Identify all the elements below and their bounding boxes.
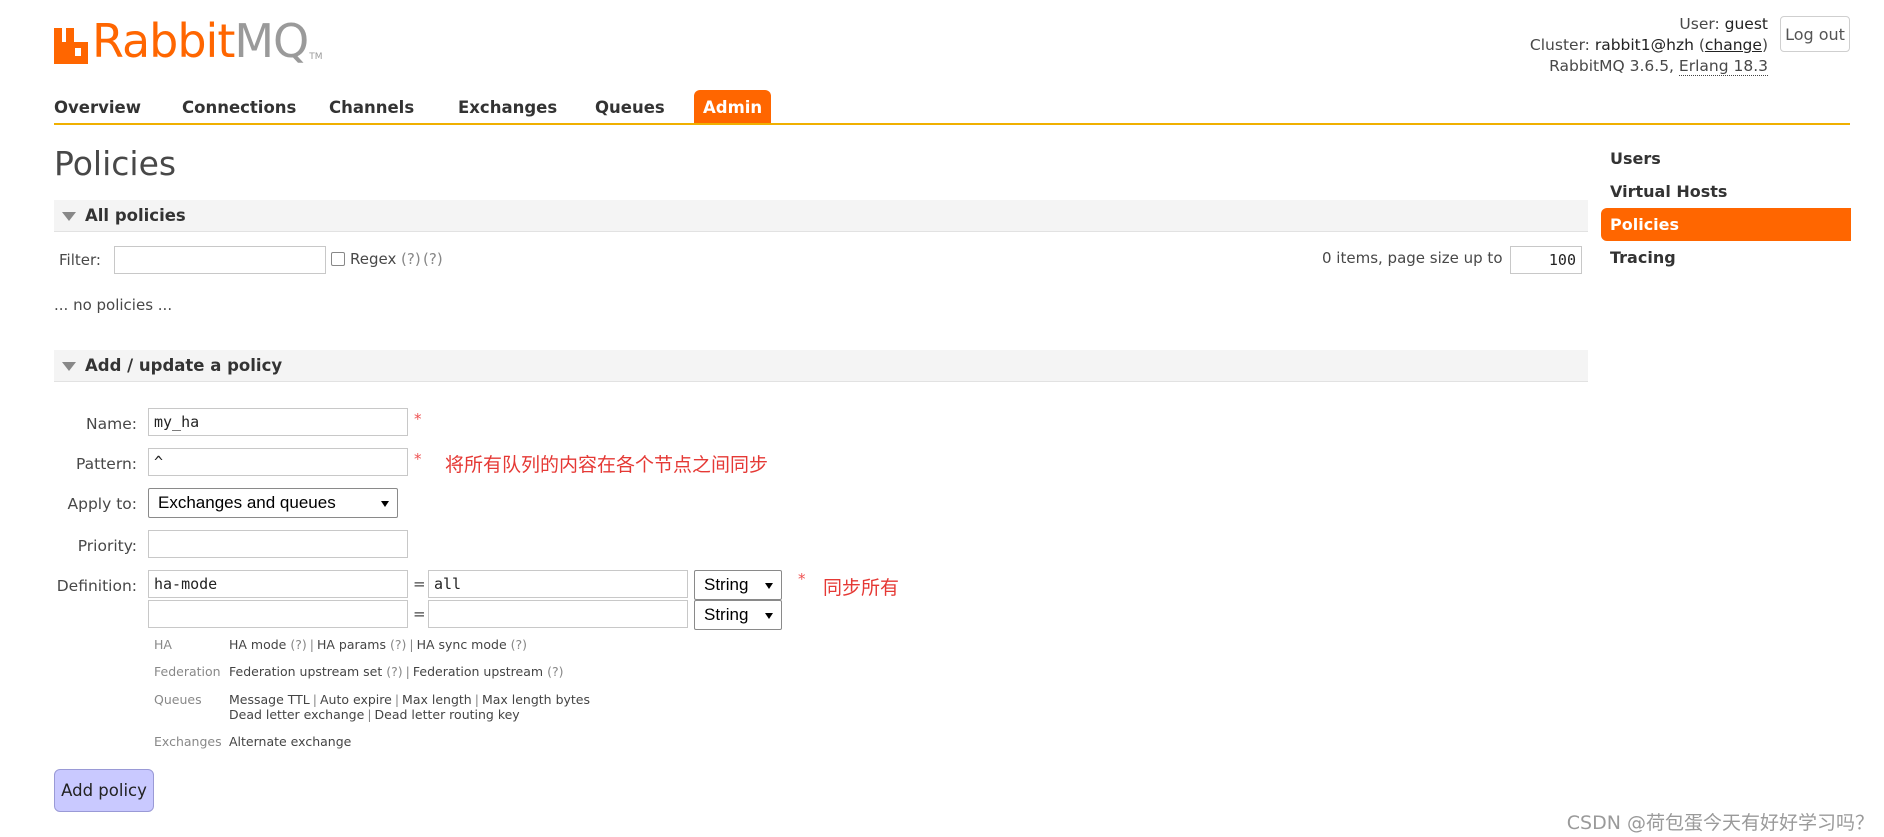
regex-help-link-1[interactable]: (?) — [401, 250, 421, 268]
collapse-triangle-icon — [62, 212, 76, 221]
hint-links-exchanges: Alternate exchange — [229, 734, 351, 749]
help-link[interactable]: (?) — [390, 637, 406, 652]
definition-value-input[interactable] — [428, 570, 688, 598]
priority-label: Priority: — [77, 537, 137, 555]
definition-type-select[interactable]: String — [694, 570, 782, 600]
filter-label: Filter: — [59, 251, 101, 269]
regex-help-link-2[interactable]: (?) — [423, 250, 443, 268]
chevron-down-icon — [765, 583, 773, 589]
name-label: Name: — [86, 415, 137, 433]
hint-federation-upstream[interactable]: Federation upstream — [413, 664, 543, 679]
apply-to-select[interactable]: Exchanges and queues — [148, 488, 398, 518]
equals-sign: = — [413, 605, 426, 623]
logout-button[interactable]: Log out — [1780, 16, 1850, 52]
page-title: Policies — [54, 144, 177, 183]
regex-label: Regex — [350, 250, 397, 268]
help-link[interactable]: (?) — [547, 664, 563, 679]
required-asterisk: * — [798, 570, 806, 588]
add-policy-header[interactable]: Add / update a policy — [54, 350, 1588, 382]
required-asterisk: * — [414, 410, 422, 428]
equals-sign: = — [413, 575, 426, 593]
hint-max-length[interactable]: Max length — [402, 692, 472, 707]
apply-to-label: Apply to: — [67, 495, 137, 513]
chevron-down-icon — [381, 501, 389, 507]
hint-auto-expire[interactable]: Auto expire — [320, 692, 392, 707]
sidebar-item-virtual-hosts[interactable]: Virtual Hosts — [1601, 175, 1851, 208]
all-policies-title: All policies — [85, 206, 186, 225]
help-link[interactable]: (?) — [290, 637, 306, 652]
tab-connections[interactable]: Connections — [182, 90, 296, 123]
sidebar-item-tracing[interactable]: Tracing — [1601, 241, 1851, 274]
pattern-annotation: 将所有队列的内容在各个节点之间同步 — [445, 454, 769, 476]
hint-ha-params[interactable]: HA params — [317, 637, 386, 652]
cluster-line: Cluster: rabbit1@hzh (change) — [1529, 36, 1768, 54]
sidebar-item-users[interactable]: Users — [1601, 142, 1851, 175]
cluster-name: rabbit1@hzh — [1594, 36, 1694, 54]
rabbitmq-logo: RabbitMQ TM — [54, 16, 323, 64]
hint-category-exchanges: Exchanges — [154, 734, 222, 749]
login-info: User: guest Cluster: rabbit1@hzh (change… — [1530, 14, 1768, 77]
tab-channels[interactable]: Channels — [329, 90, 414, 123]
hint-category-ha: HA — [154, 637, 172, 652]
pattern-input[interactable] — [148, 448, 408, 476]
collapse-triangle-icon — [62, 362, 76, 371]
tab-queues[interactable]: Queues — [595, 90, 665, 123]
all-policies-header[interactable]: All policies — [54, 200, 1588, 232]
page-size-input[interactable] — [1510, 246, 1582, 274]
hint-message-ttl[interactable]: Message TTL — [229, 692, 310, 707]
definition-key-input[interactable] — [148, 570, 408, 598]
required-asterisk: * — [414, 450, 422, 468]
hint-federation-upstream-set[interactable]: Federation upstream set — [229, 664, 382, 679]
pattern-label: Pattern: — [76, 455, 137, 473]
tab-overview[interactable]: Overview — [54, 90, 141, 123]
add-policy-title: Add / update a policy — [85, 356, 283, 375]
priority-input[interactable] — [148, 530, 408, 558]
rabbitmq-logo-icon — [54, 28, 88, 64]
hint-alternate-exchange[interactable]: Alternate exchange — [229, 734, 351, 749]
hint-ha-sync-mode[interactable]: HA sync mode — [417, 637, 507, 652]
tab-admin[interactable]: Admin — [694, 90, 772, 123]
definition-type-select[interactable]: String — [694, 600, 782, 630]
help-link[interactable]: (?) — [511, 637, 527, 652]
regex-checkbox[interactable] — [331, 252, 345, 266]
hint-links-federation: Federation upstream set (?) | Federation u… — [229, 664, 564, 679]
erlang-version[interactable]: Erlang 18.3 — [1678, 57, 1768, 76]
hint-links-queues: Message TTL | Auto expire | Max length | Max l… — [229, 692, 591, 722]
sidebar-item-policies[interactable]: Policies — [1601, 208, 1851, 241]
items-count-text: 0 items, page size up to — [1322, 249, 1503, 267]
hint-max-length-bytes[interactable]: Max length bytes — [482, 692, 590, 707]
hint-ha-mode[interactable]: HA mode — [229, 637, 286, 652]
definition-annotation: 同步所有 — [823, 577, 900, 599]
hint-category-queues: Queues — [154, 692, 202, 707]
hint-dead-letter-routing-key[interactable]: Dead letter routing key — [375, 707, 520, 722]
logo-trademark: TM — [309, 52, 323, 62]
hint-category-federation: Federation — [154, 664, 221, 679]
add-policy-button[interactable]: Add policy — [54, 769, 154, 812]
definition-label: Definition: — [56, 577, 137, 595]
hint-dead-letter-exchange[interactable]: Dead letter exchange — [229, 707, 364, 722]
definition-key-input[interactable] — [148, 600, 408, 628]
tab-exchanges[interactable]: Exchanges — [458, 90, 557, 123]
definition-value-input[interactable] — [428, 600, 688, 628]
csdn-watermark: CSDN @荷包蛋今天有好好学习吗？ — [1566, 812, 1874, 834]
policy-name-input[interactable] — [148, 408, 408, 436]
version-text: RabbitMQ 3.6.5, — [1549, 57, 1674, 75]
version-line: RabbitMQ 3.6.5, Erlang 18.3 — [1530, 56, 1768, 77]
no-policies-text: ... no policies ... — [54, 296, 173, 314]
help-link[interactable]: (?) — [386, 664, 402, 679]
main-tabs: Overview Connections Channels Exchanges … — [54, 90, 1850, 125]
logo-wordmark: RabbitMQ — [92, 14, 309, 68]
filter-input[interactable] — [114, 246, 326, 274]
user-line: User: guest — [1679, 15, 1768, 33]
chevron-down-icon — [765, 613, 773, 619]
cluster-change-link[interactable]: change — [1705, 36, 1762, 54]
hint-links-ha: HA mode (?) | HA params (?) | HA sync mode (… — [229, 637, 528, 652]
current-user: guest — [1724, 15, 1768, 33]
